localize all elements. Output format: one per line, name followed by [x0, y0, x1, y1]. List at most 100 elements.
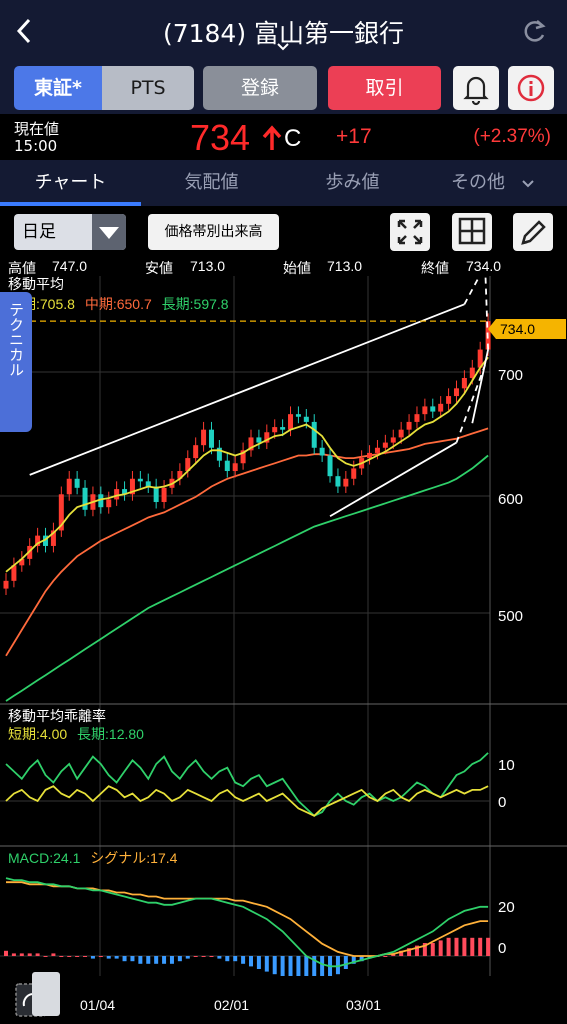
price-change-percent: (+2.37%) [473, 126, 551, 147]
candle-body [446, 396, 452, 404]
period-select[interactable]: 日足 [14, 214, 126, 250]
candle-body [343, 478, 349, 487]
pencil-icon [521, 220, 546, 245]
low-value: 713.0 [190, 258, 226, 274]
fullscreen-button[interactable] [390, 213, 430, 251]
macd-histogram-bar [27, 953, 32, 956]
macd-histogram-bar [114, 956, 119, 959]
open-label: 始値 [283, 260, 311, 276]
macd-histogram-bar [249, 956, 253, 967]
triangle-down-icon [99, 227, 119, 239]
candle-body [114, 489, 120, 500]
grid-icon [458, 217, 486, 245]
macd-histogram-bar [462, 937, 467, 956]
macd-histogram-bar [217, 956, 222, 959]
deviation-legend: 短期:4.00 長期:12.80 [8, 726, 144, 742]
expand-icon [397, 219, 423, 245]
macd-histogram-bar [59, 956, 64, 957]
tab-more[interactable]: その他 [423, 160, 533, 206]
macd-histogram-bar [90, 956, 95, 959]
dropdown-arrow [92, 214, 126, 250]
chevron-down-icon[interactable] [520, 178, 536, 190]
high-label: 高値 [8, 260, 36, 276]
signal-line [6, 881, 489, 957]
candle-body [232, 463, 238, 472]
ma-mid-name: 中期 [85, 296, 113, 312]
candle-body [382, 442, 388, 448]
period-value: 日足 [22, 222, 56, 242]
candle-body [351, 468, 357, 479]
reload-icon[interactable] [520, 16, 548, 46]
macd-histogram-bar [454, 937, 459, 956]
macd-histogram-bar [304, 956, 309, 976]
draw-button[interactable] [513, 213, 553, 251]
y-tick: 0 [498, 794, 506, 811]
macd-histogram-bar [11, 953, 16, 956]
candle-body [367, 452, 373, 459]
candle-body [137, 478, 143, 482]
macd-histogram-bar [446, 937, 451, 956]
macd-histogram-bar [177, 956, 182, 962]
candle-body [272, 427, 278, 433]
pts-market-button[interactable]: PTS [102, 66, 194, 110]
layout-button[interactable] [452, 213, 492, 251]
header-bar: (7184) 富山第一銀行 [0, 0, 567, 62]
macd-histogram-bar [233, 956, 238, 962]
alert-button[interactable] [453, 66, 499, 110]
macd-value: 24.1 [53, 850, 80, 866]
macd-histogram-bar [343, 956, 348, 969]
macd-histogram-bar [146, 956, 151, 964]
macd-histogram-bar [122, 956, 127, 962]
candle-body [201, 429, 207, 446]
macd-histogram-bar [19, 953, 24, 956]
register-button[interactable]: 登録 [203, 66, 317, 110]
deviation-short-name: 短期 [8, 726, 36, 742]
tab-quotes[interactable]: 気配値 [141, 160, 282, 206]
chevron-down-icon[interactable] [276, 42, 290, 52]
macd-histogram-bar [98, 956, 103, 957]
candle-body [414, 414, 420, 422]
deviation-panel [5, 752, 489, 817]
ma-long-name: 長期 [162, 296, 190, 312]
price-change: +17 [336, 125, 372, 148]
trendline-lower [329, 441, 457, 518]
ma-legend: 短期:705.8 中期:650.7 長期:597.8 [8, 296, 229, 312]
low-label: 安値 [145, 260, 173, 276]
rotate-screen-icon[interactable] [14, 970, 62, 1018]
technical-side-tab[interactable]: テクニカル [0, 292, 32, 432]
y-tick: 500 [498, 608, 523, 625]
candle-body [153, 486, 159, 503]
macd-histogram-bar [288, 956, 293, 976]
macd-histogram-bar [470, 937, 475, 956]
macd-histogram-bar [256, 956, 261, 969]
macd-histogram-bar [264, 956, 269, 972]
tse-market-button[interactable]: 東証* [14, 66, 102, 110]
macd-histogram-bar [201, 956, 206, 957]
volume-profile-button[interactable]: 価格帯別出来高 [148, 214, 279, 250]
info-button[interactable] [508, 66, 554, 110]
x-tick-label: 02/01 [214, 997, 250, 1013]
macd-histogram-bar [138, 956, 143, 964]
price-time: 15:00 [14, 137, 58, 155]
candle-body [390, 437, 396, 443]
y-tick: 0 [498, 940, 506, 957]
ma-long-line [5, 454, 489, 702]
technical-label: テクニカル [7, 302, 25, 377]
stock-chart[interactable]: 移動平均 短期:705.8 中期:650.7 長期:597.8 734.0 70… [0, 276, 567, 976]
price-label: 現在値 [14, 120, 60, 138]
candle-body [161, 487, 167, 503]
trade-button[interactable]: 取引 [328, 66, 441, 110]
tab-chart[interactable]: チャート [0, 160, 141, 206]
tab-trades[interactable]: 歩み値 [282, 160, 423, 206]
tab-bar: チャート 気配値 歩み値 その他 [0, 160, 567, 206]
y-tick: 10 [498, 757, 515, 774]
candle-body [106, 499, 112, 508]
macd-histogram-bar [185, 956, 190, 959]
candle-body [193, 445, 199, 459]
candle-body [430, 406, 436, 412]
chart-toolbar: 日足 価格帯別出来高 [0, 206, 567, 258]
macd-histogram-bar [130, 956, 135, 962]
x-tick-label: 03/01 [346, 997, 382, 1013]
macd-histogram-bar [272, 956, 277, 975]
ma-title: 移動平均 [8, 276, 64, 292]
